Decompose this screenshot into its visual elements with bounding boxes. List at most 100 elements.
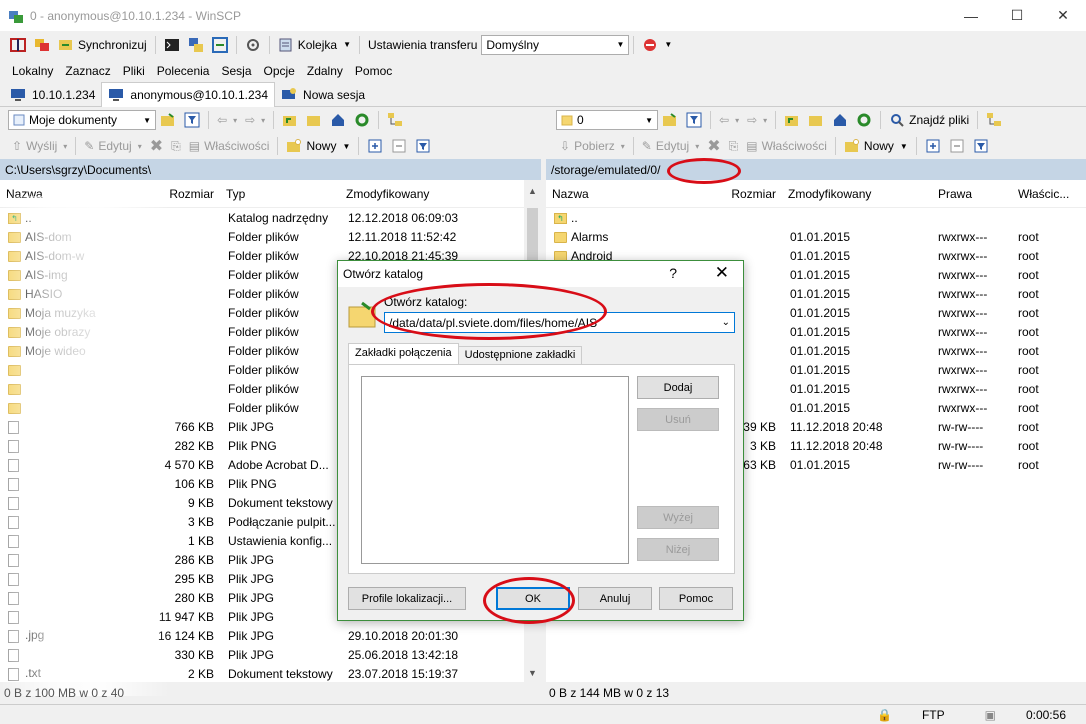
remove-bookmark-button[interactable]: Usuń [637,408,719,431]
compare-dirs-button[interactable] [6,34,30,56]
column-owner[interactable]: Właścic... [1012,187,1086,201]
sync-browse-button[interactable] [30,34,54,56]
help-text-button[interactable]: Pomoc [659,587,733,610]
right-download-button[interactable]: ⇩ Pobierz ▾ [556,135,629,157]
table-row[interactable]: ↰.. [546,208,1086,227]
column-size[interactable]: Rozmiar [150,187,220,201]
left-open-dir-button[interactable] [156,109,180,131]
right-back-button[interactable]: ⇦ ▾ [715,109,743,131]
chevron-down-icon[interactable]: ⌄ [722,317,730,328]
left-refresh-button[interactable] [350,109,374,131]
menu-item-sesja[interactable]: Sesja [218,64,254,78]
right-refresh-button[interactable] [852,109,876,131]
queue-button[interactable]: Kolejka ▼ [274,34,355,56]
tab-session-anonymous[interactable]: anonymous@10.10.1.234 [101,82,276,107]
bookmarks-list[interactable] [361,376,629,564]
left-edit-button[interactable]: ✎ Edytuj ▾ [80,135,145,157]
column-size[interactable]: Rozmiar [706,187,782,201]
ok-button[interactable]: OK [496,587,570,610]
synchronize-button[interactable]: Synchronizuj [54,34,151,56]
move-up-button[interactable]: Wyżej [637,506,719,529]
left-properties-button[interactable]: ▤ Właściwości [185,135,274,157]
right-properties-button[interactable]: ▤ Właściwości [742,135,831,157]
right-path-bar[interactable]: /storage/emulated/0/ [546,159,1086,180]
add-bookmark-button[interactable]: Dodaj [637,376,719,399]
table-row[interactable]: 330 KB Plik JPG 25.06.2018 13:42:18 [0,645,541,664]
right-forward-button[interactable]: ⇨ ▾ [743,109,771,131]
right-tree-button[interactable] [982,109,1006,131]
column-rights[interactable]: Prawa [932,187,1012,201]
right-parent-dir-button[interactable] [780,109,804,131]
location-profiles-button[interactable]: Profile lokalizacji... [348,587,466,610]
directory-path-input[interactable]: /data/data/pl.sviete.dom/files/home/AIS … [384,312,735,333]
minimize-button[interactable]: — [948,0,994,31]
left-location-select[interactable]: Moje dokumenty ▼ [8,110,156,130]
left-select-all-button[interactable] [363,135,387,157]
refresh-remote-button[interactable] [208,34,232,56]
table-row[interactable]: AIS-dom Folder plików 12.11.2018 11:52:42 [0,227,541,246]
right-rename-button[interactable]: ⎘ [725,135,743,157]
left-rename-button[interactable]: ⎘ [167,135,185,157]
left-parent-dir-button[interactable] [278,109,302,131]
right-delete-button[interactable]: ✖ [703,135,724,157]
tab-shared-bookmarks[interactable]: Udostępnione zakładki [458,346,583,365]
table-row[interactable]: .txt 2 KB Dokument tekstowy 23.07.2018 15:1… [0,664,541,682]
table-row[interactable]: .jpg 16 124 KB Plik JPG 29.10.2018 20:01:30 [0,626,541,645]
dialog-close-button[interactable]: ✕ [715,263,729,283]
right-open-dir-button[interactable] [658,109,682,131]
menu-item-zdalny[interactable]: Zdalny [304,64,346,78]
transfer-preset-select[interactable]: Domyślny ▼ [481,34,630,55]
left-new-button[interactable]: Nowy ▼ [282,135,354,157]
column-modified[interactable]: Zmodyfikowany [340,187,510,201]
folder-icon [8,307,21,319]
column-type[interactable]: Typ [220,187,340,201]
tab-new-session[interactable]: Nowa sesja [275,83,371,107]
menu-item-opcje[interactable]: Opcje [261,64,298,78]
maximize-button[interactable]: ☐ [994,0,1040,31]
putty-button[interactable] [184,34,208,56]
table-row[interactable]: Alarms 01.01.2015 rwxrwx--- root [546,227,1086,246]
console-button[interactable] [160,34,184,56]
right-filter-select-button[interactable] [969,135,993,157]
cancel-button[interactable]: Anuluj [578,587,652,610]
menu-item-polecenia[interactable]: Polecenia [154,64,213,78]
right-filter-button[interactable] [682,109,706,131]
tab-session-host[interactable]: 10.10.1.234 [4,83,101,107]
left-path-bar[interactable]: C:\Users\sgrzy\Documents\ [0,159,541,180]
scroll-up-icon[interactable]: ▲ [524,186,541,196]
preferences-button[interactable] [241,34,265,56]
left-back-button[interactable]: ⇦ ▾ [213,109,241,131]
scroll-down-icon[interactable]: ▼ [524,668,541,678]
column-modified[interactable]: Zmodyfikowany [782,187,932,201]
find-files-button[interactable]: Znajdź pliki [885,109,973,131]
help-button[interactable]: ? [669,265,677,281]
left-home-button[interactable] [326,109,350,131]
right-home-button[interactable] [828,109,852,131]
left-filter-button[interactable] [180,109,204,131]
left-unselect-button[interactable] [387,135,411,157]
left-forward-button[interactable]: ⇨ ▾ [241,109,269,131]
menu-item-lokalny[interactable]: Lokalny [9,64,56,78]
right-location-select[interactable]: 0 ▼ [556,110,658,130]
menu-item-zaznacz[interactable]: Zaznacz [62,64,113,78]
tab-connection-bookmarks[interactable]: Zakładki połączenia [348,343,459,365]
close-button[interactable]: ✕ [1040,0,1086,31]
right-edit-button[interactable]: ✎ Edytuj ▾ [638,135,703,157]
right-root-dir-button[interactable] [804,109,828,131]
column-name[interactable]: Nazwa [0,187,150,201]
left-filter-select-button[interactable] [411,135,435,157]
table-row[interactable]: ↰.. Katalog nadrzędny 12.12.2018 06:09:03 [0,208,541,227]
left-root-dir-button[interactable] [302,109,326,131]
transfer-options-button[interactable]: ▼ [638,34,676,56]
column-name[interactable]: Nazwa [546,187,706,201]
file-modified: 11.12.2018 20:48 [790,419,883,434]
right-unselect-button[interactable] [945,135,969,157]
right-new-button[interactable]: Nowy ▼ [840,135,912,157]
left-delete-button[interactable]: ✖ [146,135,167,157]
right-select-all-button[interactable] [921,135,945,157]
left-tree-button[interactable] [383,109,407,131]
left-send-button[interactable]: ⇧ Wyślij ▾ [8,135,71,157]
menu-item-pliki[interactable]: Pliki [120,64,148,78]
menu-item-pomoc[interactable]: Pomoc [352,64,395,78]
move-down-button[interactable]: Niżej [637,538,719,561]
